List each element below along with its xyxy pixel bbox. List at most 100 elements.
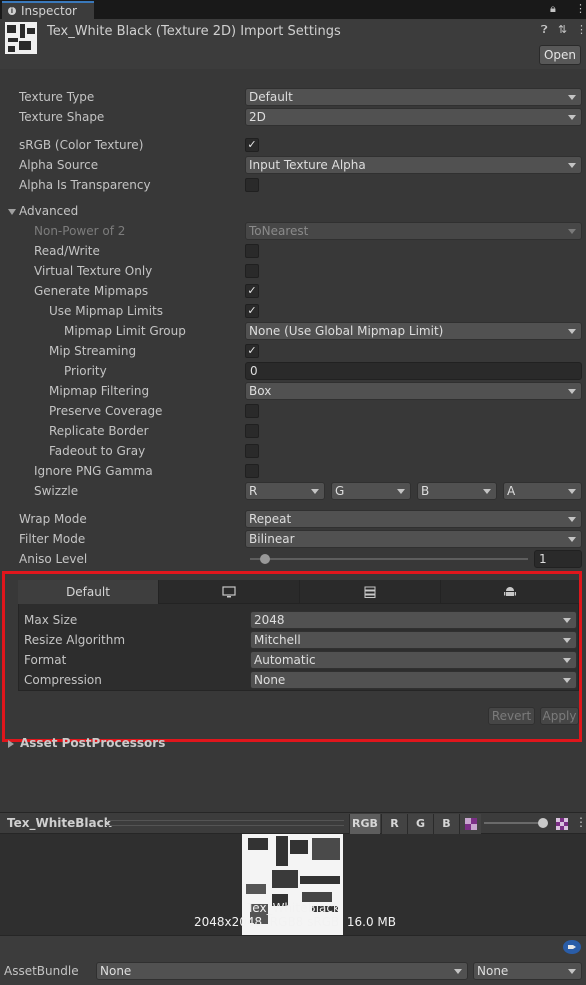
virtual-texture-only-checkbox[interactable] <box>245 264 259 278</box>
platform-tab-default-label: Default <box>66 585 110 599</box>
generate-mipmaps-label: Generate Mipmaps <box>34 284 149 298</box>
asset-bundle-footer: AssetBundle None None <box>0 935 586 985</box>
ignore-png-gamma-checkbox[interactable] <box>245 464 259 478</box>
texture-type-dropdown[interactable]: Default <box>245 88 582 106</box>
import-settings-header: Tex_White Black (Texture 2D) Import Sett… <box>0 19 586 69</box>
priority-label: Priority <box>64 364 107 378</box>
kebab-menu-icon[interactable]: ⋮ <box>575 815 586 829</box>
alpha-toggle-button[interactable] <box>459 814 481 834</box>
non-power-of-2-dropdown: ToNearest <box>245 222 582 240</box>
alpha-source-dropdown[interactable]: Input Texture Alpha <box>245 156 582 174</box>
format-dropdown[interactable]: Automatic <box>250 651 577 669</box>
alpha-is-transparency-checkbox[interactable] <box>245 178 259 192</box>
info-icon: i <box>8 7 16 15</box>
texture-type-label: Texture Type <box>19 90 95 104</box>
page-title: Tex_White Black (Texture 2D) Import Sett… <box>47 24 341 39</box>
swizzle-r-dropdown[interactable]: R <box>245 482 325 500</box>
platform-tab-default[interactable]: Default <box>18 580 159 604</box>
texture-shape-dropdown[interactable]: 2D <box>245 108 582 126</box>
preview-texture-name: Tex_WhiteBlack <box>247 901 340 915</box>
virtual-texture-only-label: Virtual Texture Only <box>34 264 153 278</box>
alpha-checker-icon <box>464 818 477 830</box>
compression-dropdown[interactable]: None <box>250 671 577 689</box>
fadeout-to-gray-label: Fadeout to Gray <box>49 444 146 458</box>
mip-streaming-checkbox[interactable]: ✓ <box>245 344 259 358</box>
mip-level-slider-handle[interactable] <box>538 818 548 828</box>
texture-thumbnail <box>5 22 37 54</box>
platform-tab-android[interactable] <box>441 580 579 604</box>
channel-r-button[interactable]: R <box>381 814 407 834</box>
channel-b-button[interactable]: B <box>433 814 459 834</box>
apply-button[interactable]: Apply <box>540 707 579 725</box>
srgb-checkbox[interactable]: ✓ <box>245 138 259 152</box>
replicate-border-checkbox[interactable] <box>245 424 259 438</box>
kebab-menu-icon[interactable]: ⋮ <box>576 23 586 36</box>
max-size-dropdown[interactable]: 2048 <box>250 611 577 629</box>
channel-rgb-button[interactable]: RGB <box>349 814 380 834</box>
alpha-source-label: Alpha Source <box>19 158 99 172</box>
mipmap-filtering-label: Mipmap Filtering <box>49 384 150 398</box>
postprocessors-foldout-arrow-icon[interactable] <box>8 740 14 748</box>
max-size-label: Max Size <box>24 613 78 627</box>
use-mipmap-limits-checkbox[interactable]: ✓ <box>245 304 259 318</box>
use-mipmap-limits-label: Use Mipmap Limits <box>49 304 164 318</box>
help-icon[interactable]: ❓︎ <box>541 23 548 37</box>
ignore-png-gamma-label: Ignore PNG Gamma <box>34 464 153 478</box>
advanced-foldout-arrow-icon[interactable] <box>8 209 16 215</box>
mip-streaming-label: Mip Streaming <box>49 344 137 358</box>
alpha-is-transparency-label: Alpha Is Transparency <box>19 178 151 192</box>
wrap-mode-label: Wrap Mode <box>19 512 87 526</box>
platform-tab-standalone[interactable] <box>159 580 300 604</box>
preview-title: Tex_WhiteBlack <box>7 816 112 830</box>
texture-shape-label: Texture Shape <box>19 110 105 124</box>
mipmap-limit-group-label: Mipmap Limit Group <box>64 324 186 338</box>
channel-g-button[interactable]: G <box>407 814 433 834</box>
preserve-coverage-label: Preserve Coverage <box>49 404 163 418</box>
asset-label-icon[interactable] <box>563 940 581 954</box>
mipmap-limit-group-dropdown[interactable]: None (Use Global Mipmap Limit) <box>245 322 582 340</box>
read-write-label: Read/Write <box>34 244 100 258</box>
mip-checker-icon[interactable] <box>556 818 568 830</box>
replicate-border-label: Replicate Border <box>49 424 149 438</box>
swizzle-a-dropdown[interactable]: A <box>503 482 582 500</box>
generate-mipmaps-checkbox[interactable]: ✓ <box>245 284 259 298</box>
android-icon <box>504 586 516 596</box>
tab-inspector[interactable]: i Inspector <box>2 1 94 19</box>
srgb-label: sRGB (Color Texture) <box>19 138 144 152</box>
monitor-icon <box>222 585 236 597</box>
assetbundle-variant-dropdown[interactable]: None <box>473 962 582 980</box>
aniso-level-slider-handle[interactable] <box>260 554 270 564</box>
resize-algorithm-label: Resize Algorithm <box>24 633 126 647</box>
aniso-level-label: Aniso Level <box>19 552 88 566</box>
kebab-menu-icon[interactable]: ⋮ <box>575 2 586 15</box>
open-button[interactable]: Open <box>539 45 581 65</box>
asset-postprocessors-foldout[interactable]: Asset PostProcessors <box>20 736 165 750</box>
tab-label: Inspector <box>21 4 77 18</box>
assetbundle-dropdown[interactable]: None <box>96 962 468 980</box>
aniso-level-field[interactable]: 1 <box>534 550 582 568</box>
wrap-mode-dropdown[interactable]: Repeat <box>245 510 582 528</box>
resize-algorithm-dropdown[interactable]: Mitchell <box>250 631 577 649</box>
swizzle-g-dropdown[interactable]: G <box>331 482 411 500</box>
format-label: Format <box>24 653 67 667</box>
mipmap-filtering-dropdown[interactable]: Box <box>245 382 582 400</box>
swizzle-b-dropdown[interactable]: B <box>417 482 497 500</box>
assetbundle-label: AssetBundle <box>4 964 79 978</box>
read-write-checkbox[interactable] <box>245 244 259 258</box>
advanced-foldout[interactable]: Advanced <box>19 204 78 218</box>
aniso-level-slider-track[interactable] <box>250 558 528 560</box>
server-icon <box>364 586 376 598</box>
preserve-coverage-checkbox[interactable] <box>245 404 259 418</box>
revert-button[interactable]: Revert <box>488 707 535 725</box>
platform-tab-dedicated-server[interactable] <box>300 580 441 604</box>
swizzle-label: Swizzle <box>34 484 79 498</box>
preset-sliders-icon[interactable]: ⇅ <box>558 23 567 36</box>
compression-label: Compression <box>24 673 102 687</box>
fadeout-to-gray-checkbox[interactable] <box>245 444 259 458</box>
filter-mode-dropdown[interactable]: Bilinear <box>245 530 582 548</box>
priority-field[interactable]: 0 <box>245 362 582 380</box>
preview-texture-info: 2048x2048 RGB8 sRGB 16.0 MB <box>194 915 396 929</box>
mip-level-slider-track[interactable] <box>484 822 546 824</box>
lock-icon[interactable]: 🔒︎ <box>550 2 556 16</box>
preview-drag-handle[interactable] <box>106 820 344 826</box>
